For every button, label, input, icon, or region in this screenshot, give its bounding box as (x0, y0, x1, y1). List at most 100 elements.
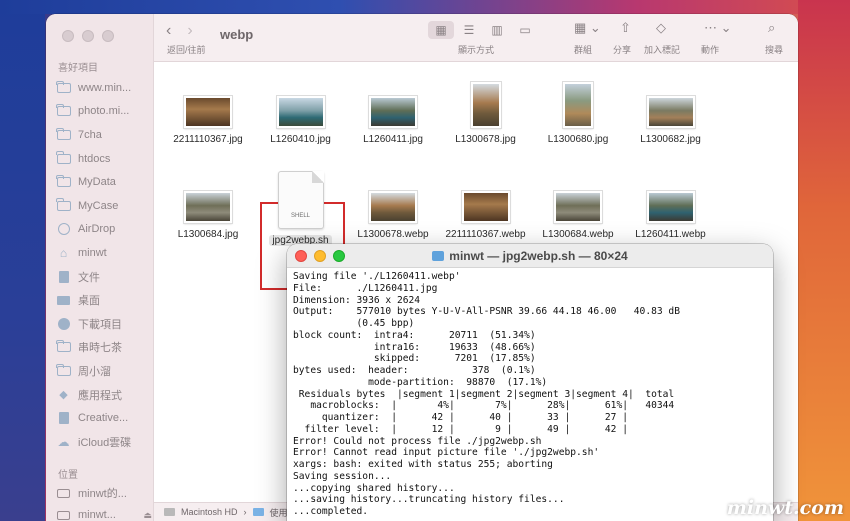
terminal-line: Error! Cannot read input picture file '.… (293, 447, 600, 459)
sidebar-location-label: minwt的... (78, 488, 127, 500)
icon-view-icon[interactable]: ▦ (428, 21, 454, 39)
sidebar-item[interactable]: htdocs (56, 147, 152, 171)
terminal-line: Dimension: 3936 x 2624 (293, 294, 421, 306)
sidebar-item-label: MyCase (78, 199, 119, 212)
file-name: L1260411.jpg (363, 134, 423, 145)
file-item[interactable]: L1300680.jpg (532, 72, 624, 145)
sidebar-location-2[interactable]: minwt... ⏏ (56, 504, 152, 521)
terminal-window[interactable]: minwt — jpg2webp.sh — 80×24 Saving file … (287, 244, 773, 521)
download-icon (56, 317, 71, 330)
gallery-view-icon[interactable]: ▭ (512, 21, 538, 39)
sidebar-item-label: htdocs (78, 152, 111, 165)
sidebar-item[interactable]: MyCase (56, 194, 152, 218)
terminal-line: mode-partition: 98870 (17.1%) (293, 376, 548, 388)
sidebar-item[interactable]: 下載項目 (56, 312, 152, 336)
shell-badge: SHELL (290, 213, 310, 219)
file-item[interactable]: SHELL jpg2webp.sh (255, 167, 347, 248)
sidebar-item[interactable]: ☁ iCloud雲碟 (56, 430, 152, 454)
image-thumbnail (347, 72, 439, 128)
terminal-line: Saving session... (293, 470, 392, 482)
folder-icon (56, 363, 71, 377)
sidebar-item-label: Creative... (78, 412, 129, 425)
tag-icon[interactable]: ◇ (656, 20, 666, 36)
sidebar-item[interactable]: 串時七茶 (56, 336, 152, 360)
image-thumbnail (440, 167, 532, 223)
terminal-line: xargs: bash: exited with status 255; abo… (293, 459, 553, 470)
file-item[interactable]: L1300682.jpg (625, 72, 717, 145)
folder-icon (56, 151, 71, 165)
image-thumbnail (255, 72, 347, 128)
file-name: L1260410.jpg (270, 134, 331, 145)
action-icon[interactable]: ⋯ ⌄ (704, 20, 732, 36)
sidebar-item[interactable]: photo.mi... (56, 100, 152, 124)
search-icon[interactable]: ⌕ (768, 20, 775, 36)
eject-icon[interactable]: ⏏ (143, 510, 152, 521)
sidebar-item-label: 串時七茶 (78, 342, 122, 355)
file-name: 2211110367.jpg (173, 134, 243, 145)
sidebar-item-label: minwt (78, 246, 107, 259)
file-name: L1300678.jpg (455, 134, 516, 145)
file-item[interactable]: 2211110367.webp (440, 167, 532, 240)
sidebar-list: www.min... photo.mi... 7cha htdocs MyData MyC… (56, 76, 152, 454)
zoom-button[interactable] (102, 30, 114, 42)
image-thumbnail (625, 167, 717, 223)
back-icon[interactable]: ‹ (166, 22, 171, 40)
forward-icon[interactable]: › (187, 22, 192, 40)
terminal-line: block count: intra4: 20711 (51.34%) (293, 329, 536, 341)
sidebar-location-1[interactable]: minwt的... (56, 482, 152, 504)
terminal-titlebar[interactable]: minwt — jpg2webp.sh — 80×24 (287, 244, 773, 268)
sidebar-item[interactable]: 7cha (56, 123, 152, 147)
sidebar-item-label: iCloud雲碟 (78, 436, 132, 449)
path-disk[interactable]: Macintosh HD (181, 507, 238, 517)
file-item[interactable]: L1300684.webp (532, 167, 624, 240)
column-view-icon[interactable]: ▥ (484, 21, 510, 39)
disk-icon (56, 509, 71, 521)
sidebar-item[interactable]: ⌂ minwt (56, 241, 152, 265)
sidebar-item[interactable]: 桌面 (56, 288, 152, 312)
sidebar-item[interactable]: ◆ 應用程式 (56, 383, 152, 407)
path-next[interactable]: 使用 (270, 506, 288, 519)
close-button[interactable] (62, 30, 74, 42)
file-item[interactable]: L1300684.jpg (162, 167, 254, 240)
terminal-title: minwt — jpg2webp.sh — 80×24 (287, 249, 773, 263)
sidebar-item-label: 桌面 (78, 295, 100, 308)
image-thumbnail (532, 72, 624, 128)
sidebar-item[interactable]: Creative... (56, 406, 152, 430)
terminal-output[interactable]: Saving file './L1260411.webp' File: ./L12… (287, 268, 773, 521)
view-label: 顯示方式 (458, 45, 495, 55)
image-thumbnail (625, 72, 717, 128)
group-icon[interactable]: ▦ ⌄ (574, 20, 601, 36)
terminal-line: ...copying shared history... (293, 482, 455, 494)
minimize-button[interactable] (82, 30, 94, 42)
sidebar-item-label: 文件 (78, 271, 100, 284)
share-label: 分享 (613, 45, 632, 55)
computer-icon (56, 487, 71, 499)
folder-icon (56, 174, 71, 188)
finder-sidebar: 喜好項目 www.min... photo.mi... 7cha htdocs MyDa… (46, 14, 154, 521)
file-name: L1260411.webp (635, 229, 706, 240)
list-view-icon[interactable]: ☰ (456, 21, 482, 39)
sidebar-item[interactable]: AirDrop (56, 218, 152, 242)
sidebar-item-label: www.min... (78, 81, 132, 94)
file-item[interactable]: L1300678.jpg (440, 72, 532, 145)
file-item[interactable]: L1260411.webp (625, 167, 717, 240)
file-item[interactable]: L1300678.webp (347, 167, 439, 240)
group-label: 群組 (574, 45, 593, 55)
terminal-title-text: minwt — jpg2webp.sh — 80×24 (449, 249, 628, 263)
sidebar-item[interactable]: www.min... (56, 76, 152, 100)
share-icon[interactable]: ⇧ (620, 20, 631, 36)
locations-title: 位置 (58, 470, 78, 481)
file-item[interactable]: 2211110367.jpg (162, 72, 254, 145)
file-item[interactable]: L1260410.jpg (255, 72, 347, 145)
sidebar-item[interactable]: MyData (56, 170, 152, 194)
file-item[interactable]: L1260411.jpg (347, 72, 439, 145)
sidebar-item[interactable]: 文件 (56, 265, 152, 289)
sidebar-item[interactable]: 周小溜 (56, 359, 152, 383)
window-title: webp (220, 27, 254, 42)
finder-toolbar: ‹ › webp 返回/往前 ▦ ☰ ▥ ▭ 顯示方式 ▦ ⌄ 群組 ⇧ 分享 … (154, 14, 798, 62)
folder-icon (252, 508, 264, 516)
image-thumbnail (440, 72, 532, 128)
sidebar-item-label: 下載項目 (78, 318, 122, 331)
terminal-line: ...completed. (293, 506, 369, 517)
sidebar-item-label: photo.mi... (78, 105, 130, 118)
